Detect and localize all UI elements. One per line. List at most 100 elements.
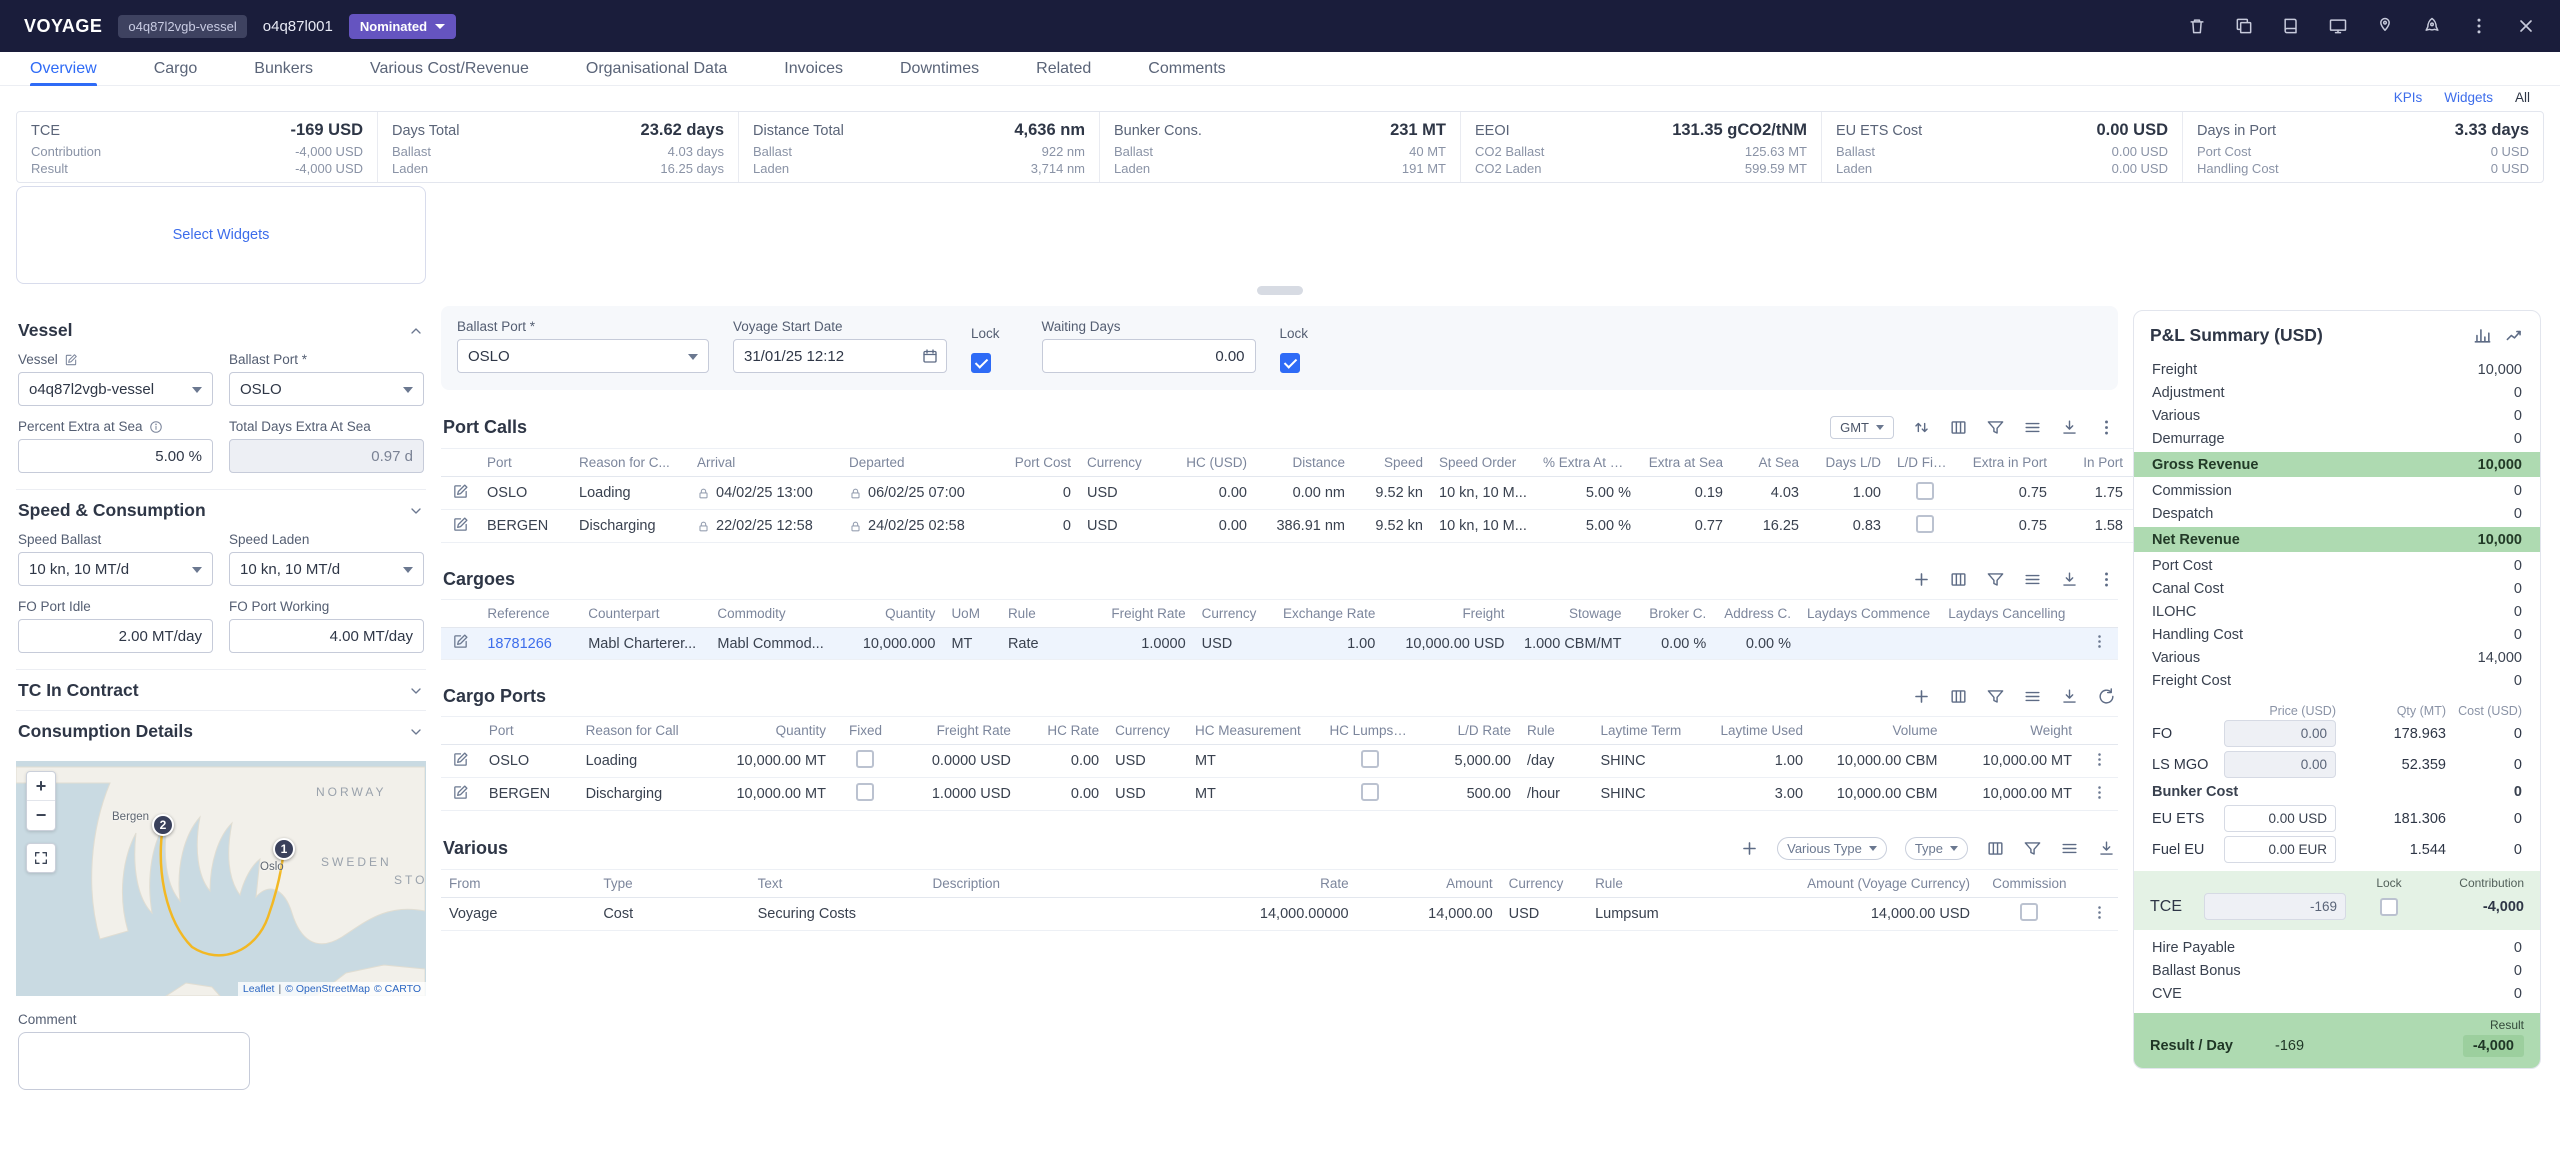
trend-chart-icon[interactable] — [2505, 326, 2524, 345]
start-date-lock-checkbox[interactable] — [971, 353, 991, 373]
kebab-menu-icon[interactable] — [2097, 570, 2116, 589]
edit-row-icon[interactable] — [452, 483, 469, 500]
chevron-down-icon[interactable] — [408, 503, 424, 519]
edit-row-icon[interactable] — [452, 633, 469, 650]
fo-port-idle-input[interactable] — [18, 619, 213, 653]
waiting-days-lock-checkbox[interactable] — [1280, 353, 1300, 373]
tab-various-cost-revenue[interactable]: Various Cost/Revenue — [370, 52, 529, 85]
fo-port-working-input[interactable] — [229, 619, 424, 653]
speed-section-header[interactable]: Speed & Consumption — [16, 489, 426, 530]
add-icon[interactable] — [1740, 839, 1759, 858]
menu-icon[interactable] — [2023, 570, 2042, 589]
eu-ets-price-input[interactable] — [2224, 805, 2336, 832]
menu-icon[interactable] — [2023, 687, 2042, 706]
tab-bunkers[interactable]: Bunkers — [254, 52, 313, 85]
type-filter[interactable]: Type — [1905, 837, 1968, 860]
rocket-icon[interactable] — [2422, 16, 2442, 36]
fullscreen-button[interactable] — [26, 843, 56, 873]
carto-link[interactable]: © CARTO — [374, 983, 421, 995]
speed-laden-select[interactable]: 10 kn, 10 MT/d — [229, 552, 424, 586]
fuel-eu-price-input[interactable] — [2224, 836, 2336, 863]
tab-overview[interactable]: Overview — [30, 52, 97, 85]
pin-icon[interactable] — [2375, 16, 2395, 36]
filter-icon[interactable] — [1986, 687, 2005, 706]
copy-icon[interactable] — [2234, 16, 2254, 36]
filter-icon[interactable] — [1986, 418, 2005, 437]
trash-icon[interactable] — [2187, 16, 2207, 36]
edit-row-icon[interactable] — [452, 751, 469, 768]
collapse-handle[interactable] — [1257, 286, 1303, 295]
voyage-start-date-input[interactable] — [733, 339, 947, 373]
tab-comments[interactable]: Comments — [1148, 52, 1225, 85]
download-icon[interactable] — [2060, 687, 2079, 706]
edit-icon[interactable] — [64, 353, 78, 367]
vessel-badge[interactable]: o4q87l2vgb-vessel — [118, 15, 246, 38]
download-icon[interactable] — [2097, 839, 2116, 858]
tab-invoices[interactable]: Invoices — [784, 52, 843, 85]
kebab-menu-icon[interactable] — [2097, 418, 2116, 437]
ballast-port-select[interactable]: OSLO — [229, 372, 424, 406]
calendar-icon[interactable] — [921, 347, 939, 365]
map-marker-1[interactable]: 1 — [273, 838, 295, 860]
lsmgo-price-input[interactable] — [2224, 751, 2336, 778]
link-all[interactable]: All — [2515, 90, 2530, 105]
monitor-icon[interactable] — [2328, 16, 2348, 36]
comment-textarea[interactable] — [18, 1032, 250, 1090]
select-widgets-link[interactable]: Select Widgets — [173, 227, 270, 243]
tab-organisational-data[interactable]: Organisational Data — [586, 52, 727, 85]
tab-cargo[interactable]: Cargo — [154, 52, 198, 85]
zoom-in-button[interactable]: + — [27, 772, 55, 801]
row-menu-icon[interactable] — [2091, 751, 2108, 768]
osm-link[interactable]: © OpenStreetMap — [285, 983, 370, 995]
various-type-filter[interactable]: Various Type — [1777, 837, 1887, 860]
chevron-down-icon[interactable] — [408, 724, 424, 740]
link-kpis[interactable]: KPIs — [2394, 90, 2423, 105]
vessel-select[interactable]: o4q87l2vgb-vessel — [18, 372, 213, 406]
consumption-details-header[interactable]: Consumption Details — [16, 710, 426, 751]
vessel-section-header[interactable]: Vessel — [16, 310, 426, 350]
leaflet-link[interactable]: Leaflet — [243, 983, 275, 995]
bar-chart-icon[interactable] — [2473, 326, 2492, 345]
add-icon[interactable] — [1912, 687, 1931, 706]
filter-icon[interactable] — [1986, 570, 2005, 589]
link-widgets[interactable]: Widgets — [2444, 90, 2493, 105]
chevron-up-icon[interactable] — [408, 323, 424, 339]
row-menu-icon[interactable] — [2091, 904, 2108, 921]
columns-icon[interactable] — [1949, 418, 1968, 437]
hc-lumpsum-checkbox[interactable] — [1361, 783, 1379, 801]
add-icon[interactable] — [1912, 570, 1931, 589]
fo-price-input[interactable] — [2224, 720, 2336, 747]
edit-row-icon[interactable] — [452, 516, 469, 533]
zoom-out-button[interactable]: − — [27, 801, 55, 830]
hc-lumpsum-checkbox[interactable] — [1361, 750, 1379, 768]
ld-fixed-checkbox[interactable] — [1916, 515, 1934, 533]
fixed-checkbox[interactable] — [856, 783, 874, 801]
timezone-button[interactable]: GMT — [1830, 416, 1894, 439]
tc-in-contract-header[interactable]: TC In Contract — [16, 669, 426, 710]
waiting-days-input[interactable] — [1042, 339, 1256, 373]
tce-lock-checkbox[interactable] — [2380, 898, 2398, 916]
map-marker-2[interactable]: 2 — [152, 814, 174, 836]
more-menu-icon[interactable] — [2469, 16, 2489, 36]
pct-extra-input[interactable] — [18, 439, 213, 473]
close-icon[interactable] — [2516, 16, 2536, 36]
menu-icon[interactable] — [2023, 418, 2042, 437]
cargo-reference-link[interactable]: 18781266 — [487, 636, 552, 652]
form-ballast-port-select[interactable]: OSLO — [457, 339, 709, 373]
route-map[interactable]: NORWAY SWEDEN STOCKH Oslo Bergen 1 2 + −… — [16, 761, 426, 996]
refresh-icon[interactable] — [2097, 687, 2116, 706]
columns-icon[interactable] — [1986, 839, 2005, 858]
ledger-icon[interactable] — [2281, 16, 2301, 36]
speed-ballast-select[interactable]: 10 kn, 10 MT/d — [18, 552, 213, 586]
columns-icon[interactable] — [1949, 570, 1968, 589]
tab-related[interactable]: Related — [1036, 52, 1091, 85]
commission-checkbox[interactable] — [2020, 903, 2038, 921]
tab-downtimes[interactable]: Downtimes — [900, 52, 979, 85]
fixed-checkbox[interactable] — [856, 750, 874, 768]
row-menu-icon[interactable] — [2091, 784, 2108, 801]
chevron-down-icon[interactable] — [408, 683, 424, 699]
row-menu-icon[interactable] — [2091, 633, 2108, 650]
download-icon[interactable] — [2060, 418, 2079, 437]
status-badge[interactable]: Nominated — [349, 14, 456, 39]
edit-row-icon[interactable] — [452, 784, 469, 801]
